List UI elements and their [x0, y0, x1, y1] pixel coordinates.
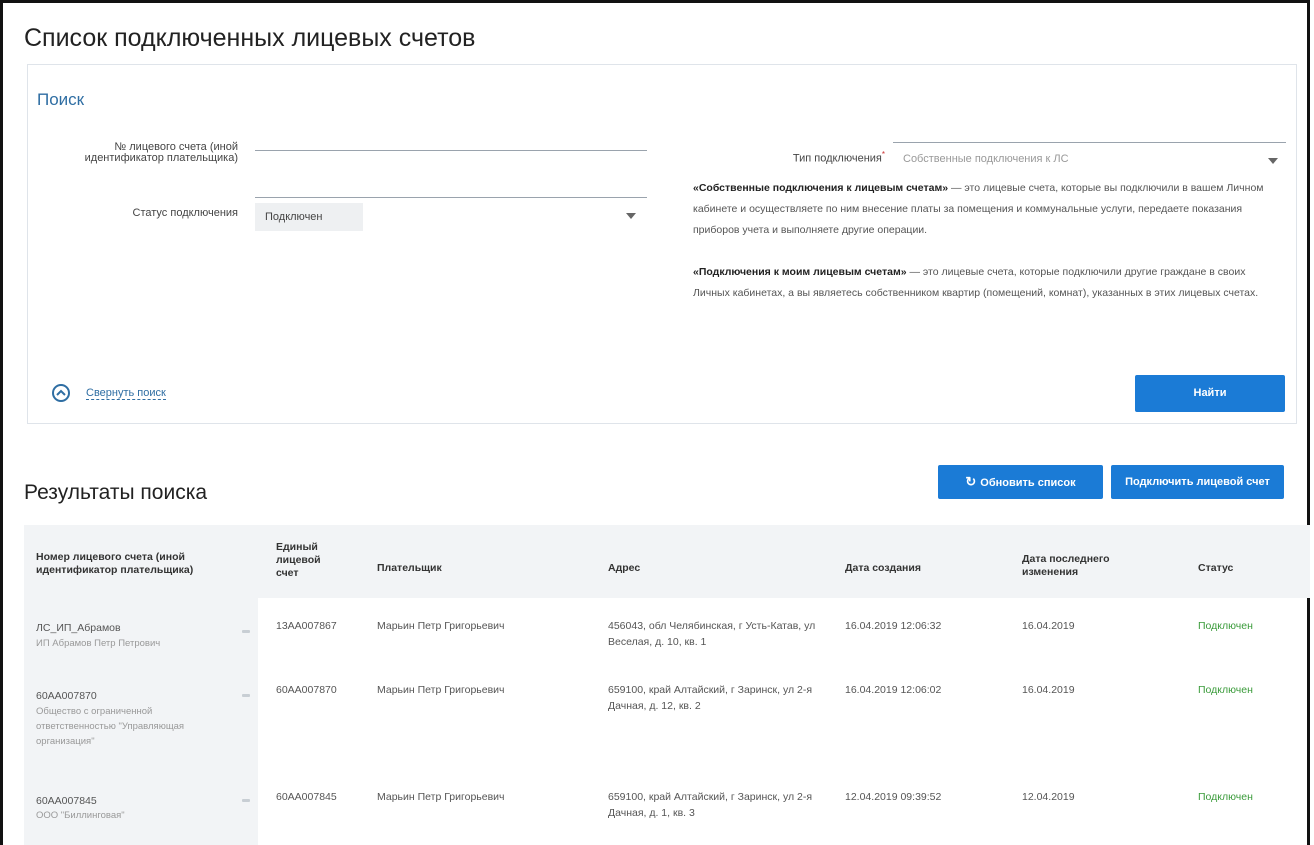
- row-address: 659100, край Алтайский, г Заринск, ул 2-…: [608, 791, 813, 819]
- row-unified: 13АА007867: [276, 620, 337, 632]
- row-account[interactable]: 60АА007845: [36, 793, 236, 809]
- status-selected-chip: Подключен: [255, 203, 363, 231]
- table-row[interactable]: 60АА007870 Общество с ограниченной ответ…: [24, 680, 1310, 770]
- chevron-down-icon: [626, 213, 636, 219]
- row-modified: 12.04.2019: [1022, 791, 1075, 803]
- column-header-modified[interactable]: Дата последнего изменения: [1022, 553, 1152, 579]
- row-account-sub: Общество с ограниченной ответственностью…: [36, 706, 185, 747]
- refresh-list-label: Обновить список: [980, 477, 1076, 489]
- collapse-search-link[interactable]: Свернуть поиск: [52, 384, 166, 402]
- chevron-down-icon: [1268, 158, 1278, 164]
- row-created: 16.04.2019 12:06:02: [845, 684, 942, 696]
- status-field-label: Статус подключения: [132, 207, 238, 219]
- row-status: Подключен: [1198, 684, 1253, 696]
- row-payer: Марьин Петр Григорьевич: [377, 620, 505, 632]
- row-account-sub: ИП Абрамов Петр Петрович: [36, 638, 161, 649]
- account-input[interactable]: [255, 150, 647, 198]
- column-header-address[interactable]: Адрес: [608, 562, 808, 575]
- type-field-label: Тип подключения*: [792, 150, 885, 165]
- find-button[interactable]: Найти: [1135, 375, 1285, 412]
- row-payer: Марьин Петр Григорьевич: [377, 791, 505, 803]
- row-status: Подключен: [1198, 620, 1253, 632]
- row-status: Подключен: [1198, 791, 1253, 803]
- row-account[interactable]: ЛС_ИП_Абрамов: [36, 620, 236, 636]
- column-header-created[interactable]: Дата создания: [845, 562, 995, 575]
- row-account[interactable]: 60АА007870: [36, 688, 236, 704]
- row-address: 659100, край Алтайский, г Заринск, ул 2-…: [608, 684, 813, 712]
- table-row[interactable]: ЛС_ИП_Абрамов ИП Абрамов Петр Петрович 1…: [24, 610, 1310, 672]
- collapse-search-label: Свернуть поиск: [86, 386, 166, 400]
- info-others-connections: «Подключения к моим лицевым счетам» — эт…: [693, 266, 1259, 299]
- row-modified: 16.04.2019: [1022, 620, 1075, 632]
- account-field-label: № лицевого счета (иной идентификатор пла…: [84, 141, 238, 164]
- row-payer: Марьин Петр Григорьевич: [377, 684, 505, 696]
- table-row[interactable]: 60АА007845 ООО "Биллинговая" 60АА007845 …: [24, 785, 1310, 843]
- row-account-sub: ООО "Биллинговая": [36, 810, 125, 821]
- more-icon[interactable]: [242, 630, 250, 633]
- row-created: 12.04.2019 09:39:52: [845, 791, 942, 803]
- row-address: 456043, обл Челябинская, г Усть-Катав, у…: [608, 620, 816, 648]
- more-icon[interactable]: [242, 694, 250, 697]
- search-title: Поиск: [37, 90, 85, 109]
- column-header-unified[interactable]: Единый лицевой счет: [276, 541, 346, 580]
- connect-account-button[interactable]: Подключить лицевой счет: [1111, 465, 1284, 499]
- info-own-connections: «Собственные подключения к лицевым счета…: [693, 182, 1264, 236]
- column-header-account[interactable]: Номер лицевого счета (иной идентификатор…: [36, 551, 246, 577]
- row-unified: 60АА007870: [276, 684, 337, 696]
- row-created: 16.04.2019 12:06:32: [845, 620, 942, 632]
- column-header-payer[interactable]: Плательщик: [377, 562, 557, 575]
- type-select-value: Собственные подключения к ЛС: [903, 153, 1069, 165]
- row-modified: 16.04.2019: [1022, 684, 1075, 696]
- results-title: Результаты поиска: [24, 481, 208, 504]
- more-icon[interactable]: [242, 799, 250, 802]
- chevron-up-circle-icon: [52, 384, 70, 402]
- refresh-list-button[interactable]: ↻ Обновить список: [938, 465, 1103, 499]
- search-panel: [27, 64, 1297, 424]
- row-unified: 60АА007845: [276, 791, 337, 803]
- page-title: Список подключенных лицевых счетов: [24, 24, 476, 52]
- refresh-icon: ↻: [965, 474, 977, 489]
- column-header-status[interactable]: Статус: [1198, 562, 1278, 575]
